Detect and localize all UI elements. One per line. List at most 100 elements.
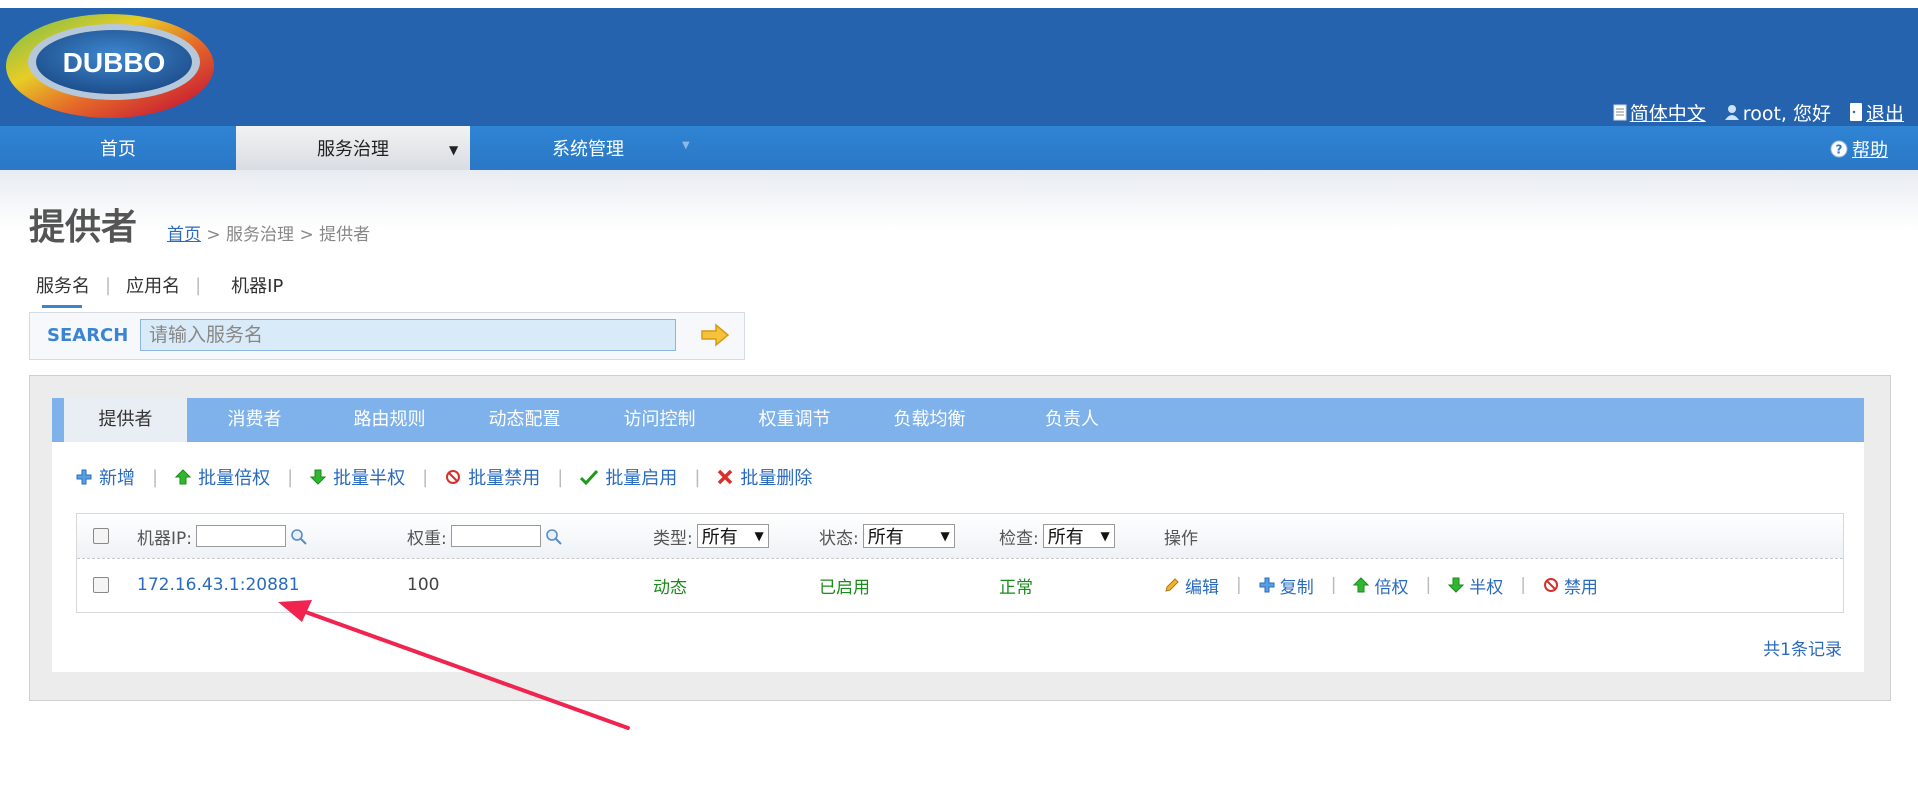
weight-filter-input[interactable]	[450, 525, 541, 547]
ip-filter-input[interactable]	[196, 525, 286, 547]
status-value: 已启用	[819, 577, 870, 598]
disable-button[interactable]: 禁用	[1543, 573, 1598, 598]
table-header: 机器IP: 权重: 类型: 所有 ▼ 状态: 所有 ▼ 检查: 所有 ▼ 操作	[77, 514, 1843, 559]
help-link[interactable]: ? 帮助	[1830, 136, 1888, 162]
check-header-label: 检查:	[999, 528, 1039, 549]
nav-governance-label: 服务治理	[317, 139, 389, 160]
search-input[interactable]	[140, 319, 676, 351]
logout-link[interactable]: 退出	[1866, 99, 1904, 126]
divider: |	[1425, 575, 1432, 595]
search-bar: SEARCH	[29, 312, 745, 360]
search-tab-service[interactable]: 服务名	[36, 272, 90, 308]
batch-disable-button[interactable]: 批量禁用	[445, 464, 540, 490]
divider: |	[557, 466, 564, 488]
select-all-checkbox[interactable]	[93, 528, 109, 544]
row-select-cell	[93, 559, 109, 611]
batch-enable-label: 批量启用	[605, 468, 678, 489]
arrow-up-icon	[1353, 577, 1370, 593]
add-label: 新增	[99, 468, 135, 489]
nav-item-service-governance[interactable]: 服务治理 ▼	[236, 126, 470, 170]
nav-home-label: 首页	[100, 139, 136, 160]
divider: |	[152, 466, 159, 488]
divider: |	[422, 466, 429, 488]
arrow-right-icon[interactable]	[700, 323, 730, 347]
sub-tabs: 提供者 消费者 路由规则 动态配置 访问控制 权重调节 负载均衡 负责人	[52, 398, 1864, 442]
help-icon: ?	[1830, 140, 1848, 158]
batch-delete-label: 批量删除	[740, 468, 813, 489]
breadcrumb-rest: > 服务治理 > 提供者	[206, 225, 371, 245]
status-header: 状态: 所有 ▼	[819, 514, 955, 558]
divider: |	[1330, 575, 1337, 595]
double-weight-button[interactable]: 倍权	[1353, 573, 1408, 598]
page-title: 提供者	[29, 207, 138, 248]
row-checkbox[interactable]	[93, 577, 109, 593]
ip-header: 机器IP:	[137, 514, 307, 558]
ban-icon	[1543, 578, 1558, 592]
nav-system-label: 系统管理	[552, 139, 624, 160]
batch-double-label: 批量倍权	[198, 468, 271, 489]
tab-owners[interactable]: 负责人	[997, 398, 1147, 442]
nav-item-system-management[interactable]: 系统管理 ▼	[470, 126, 706, 170]
nav-item-home[interactable]: 首页	[0, 126, 236, 170]
tab-dynamic-config[interactable]: 动态配置	[457, 398, 592, 442]
weight-header-label: 权重:	[407, 528, 447, 549]
provider-address-link[interactable]: 172.16.43.1:20881	[137, 559, 300, 611]
language-link[interactable]: 简体中文	[1630, 99, 1706, 126]
half-weight-button[interactable]: 半权	[1448, 573, 1503, 598]
plus-icon	[76, 469, 92, 485]
tab-providers[interactable]: 提供者	[52, 398, 187, 442]
status-filter-value: 所有	[867, 527, 904, 548]
tab-access-control[interactable]: 访问控制	[592, 398, 727, 442]
divider: |	[694, 466, 701, 488]
tab-label: 消费者	[227, 409, 282, 430]
batch-half-weight-button[interactable]: 批量半权	[310, 464, 405, 490]
ban-icon	[446, 470, 461, 484]
tab-routes[interactable]: 路由规则	[322, 398, 457, 442]
batch-double-weight-button[interactable]: 批量倍权	[175, 464, 270, 490]
search-tab-ip[interactable]: 机器IP	[231, 272, 283, 298]
logout[interactable]: 退出	[1849, 99, 1904, 126]
tab-weight[interactable]: 权重调节	[727, 398, 862, 442]
copy-label: 复制	[1279, 577, 1314, 598]
svg-text:?: ?	[1836, 143, 1843, 157]
search-label: SEARCH	[47, 325, 129, 346]
weight-value: 100	[407, 575, 440, 595]
edit-label: 编辑	[1185, 577, 1219, 598]
tab-load-balance[interactable]: 负载均衡	[862, 398, 997, 442]
search-icon[interactable]	[290, 528, 307, 545]
check-header: 检查: 所有 ▼	[999, 514, 1115, 558]
copy-button[interactable]: 复制	[1259, 573, 1314, 598]
tab-label: 权重调节	[758, 409, 831, 430]
batch-delete-button[interactable]: 批量删除	[717, 464, 812, 490]
breadcrumb: 首页 > 服务治理 > 提供者	[167, 220, 370, 245]
search-tab-application[interactable]: 应用名	[126, 272, 180, 298]
select-all-cell	[93, 514, 109, 558]
divider: |	[1520, 575, 1526, 595]
tab-label: 提供者	[98, 409, 153, 430]
weight-header: 权重:	[407, 514, 562, 558]
search-type-tabs: 服务名 | 应用名 | 机器IP	[36, 272, 283, 308]
search-icon[interactable]	[545, 528, 562, 545]
type-filter-select[interactable]: 所有 ▼	[696, 524, 769, 548]
type-header-label: 类型:	[653, 528, 693, 549]
status-header-label: 状态:	[819, 528, 859, 549]
greeting-text: root, 您好	[1742, 102, 1831, 125]
tab-consumers[interactable]: 消费者	[187, 398, 322, 442]
ops-header: 操作	[1164, 514, 1198, 558]
status-filter-select[interactable]: 所有 ▼	[862, 524, 955, 548]
double-weight-label: 倍权	[1374, 577, 1409, 598]
breadcrumb-home[interactable]: 首页	[167, 225, 201, 245]
divider: |	[195, 274, 202, 296]
table-row: 172.16.43.1:20881 100 动态 已启用 正常 编辑 | 复制 …	[77, 559, 1843, 611]
content-inner: 提供者 消费者 路由规则 动态配置 访问控制 权重调节 负载均衡 负责人 新增 …	[52, 398, 1864, 672]
batch-enable-button[interactable]: 批量启用	[580, 464, 677, 490]
dubbo-logo[interactable]: DUBBO	[2, 10, 216, 130]
caret-down-icon: ▼	[449, 143, 459, 157]
user-greeting: root, 您好	[1724, 99, 1831, 126]
language-switch[interactable]: 简体中文	[1613, 99, 1706, 126]
type-header: 类型: 所有 ▼	[653, 514, 769, 558]
help-text[interactable]: 帮助	[1852, 136, 1888, 162]
add-button[interactable]: 新增	[76, 464, 135, 490]
edit-button[interactable]: 编辑	[1164, 573, 1219, 598]
check-filter-select[interactable]: 所有 ▼	[1042, 524, 1115, 548]
